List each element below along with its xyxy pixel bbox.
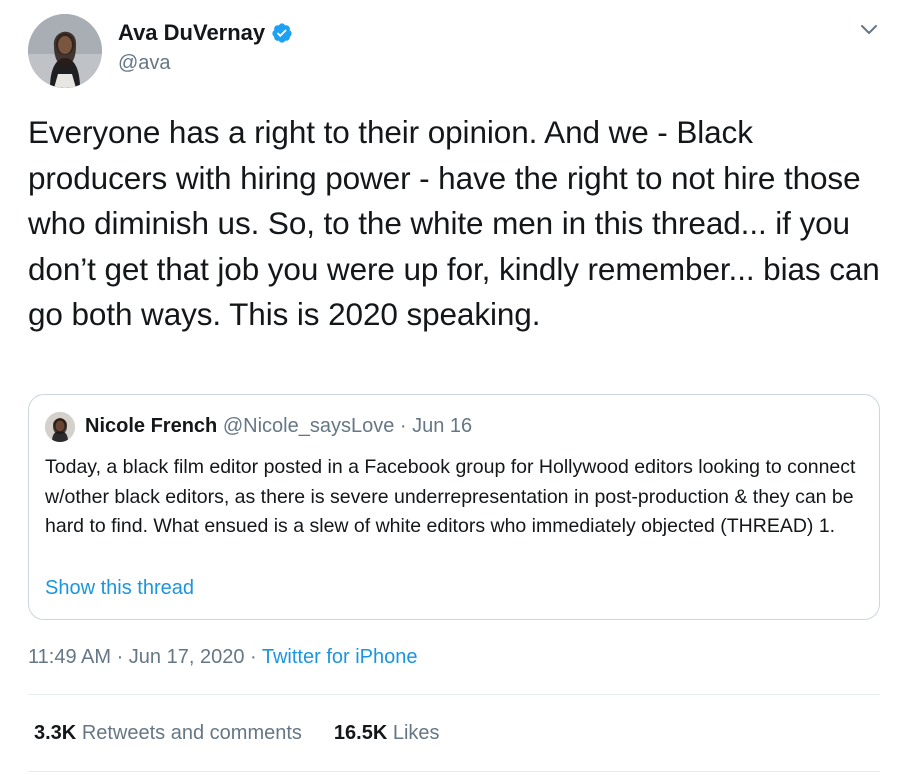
tweet-text: Everyone has a right to their opinion. A… — [28, 114, 880, 332]
likes-label: Likes — [392, 722, 440, 744]
tweet-stats: 3.3K Retweets and comments 16.5K Likes — [34, 722, 440, 745]
tweet-source-link[interactable]: Twitter for iPhone — [262, 646, 418, 668]
chevron-down-icon[interactable] — [858, 18, 880, 40]
tweet-card: Ava DuVernay @ava Everyone has a right t… — [0, 0, 914, 775]
author-name-row[interactable]: Ava DuVernay — [118, 20, 293, 46]
author-avatar[interactable] — [28, 14, 102, 88]
quoted-author-avatar[interactable] — [45, 412, 75, 442]
quoted-text: Today, a black film editor posted in a F… — [45, 456, 856, 537]
quoted-author-handle[interactable]: @Nicole_saysLove — [223, 415, 395, 437]
divider — [28, 771, 880, 772]
quoted-header: Nicole French @Nicole_saysLove · Jun 16 — [85, 415, 472, 438]
likes-stat[interactable]: 16.5K Likes — [334, 722, 440, 745]
retweets-count: 3.3K — [34, 722, 77, 744]
tweet-meta: 11:49 AM · Jun 17, 2020 · Twitter for iP… — [28, 646, 417, 669]
quoted-tweet[interactable]: Nicole French @Nicole_saysLove · Jun 16 … — [28, 394, 880, 620]
likes-count: 16.5K — [333, 722, 388, 744]
verified-badge-icon — [271, 22, 293, 44]
retweets-label: Retweets and comments — [81, 722, 302, 744]
divider — [28, 694, 880, 695]
author-name[interactable]: Ava DuVernay — [118, 20, 265, 46]
quoted-author-name[interactable]: Nicole French — [85, 415, 217, 437]
author-handle[interactable]: @ava — [118, 52, 171, 75]
retweets-stat[interactable]: 3.3K Retweets and comments — [34, 722, 302, 745]
show-thread-link[interactable]: Show this thread — [45, 577, 194, 600]
quoted-date: · Jun 16 — [399, 415, 473, 437]
tweet-timestamp[interactable]: 11:49 AM · Jun 17, 2020 · — [28, 646, 262, 668]
